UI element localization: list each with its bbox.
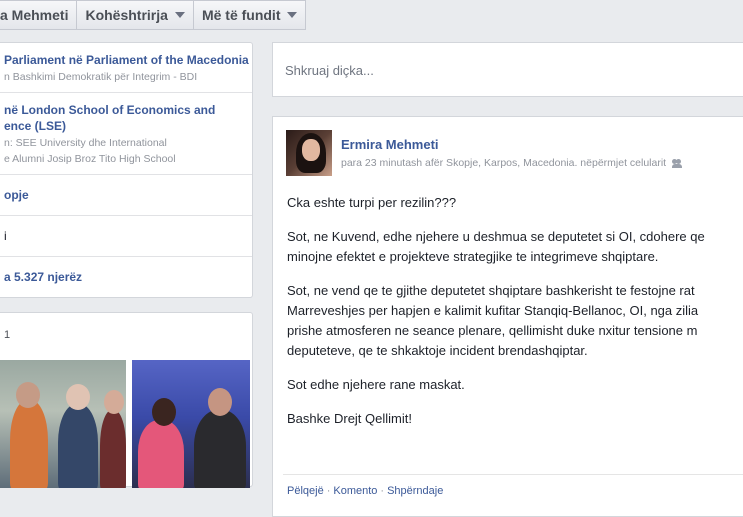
post-meta-text[interactable]: para 23 minutash afër Skopje, Karpos, Ma… <box>341 157 666 169</box>
about-followers-link[interactable]: a 5.327 njerëz <box>0 257 252 297</box>
left-column: Parliament në Parliament of the Macedoni… <box>0 42 253 298</box>
about-work-prefix: Parliament në <box>4 53 87 67</box>
like-link[interactable]: Pëlqejë <box>287 485 324 497</box>
timeline-post: Ermira Mehmeti para 23 minutash afër Sko… <box>272 116 743 517</box>
post-line: Sot, ne Kuvend, edhe njehere u deshmua s… <box>287 229 705 244</box>
profile-top-bar: a Mehmeti Kohështrirja Më të fundit <box>0 0 307 30</box>
status-input-placeholder[interactable]: Shkruaj diçka... <box>285 63 374 78</box>
photo-thumbnail[interactable] <box>0 360 126 488</box>
photos-box: 1 <box>0 312 253 488</box>
status-composer[interactable]: Shkruaj diçka... <box>272 42 743 97</box>
about-education-link-line2[interactable]: ence (LSE) <box>4 118 242 134</box>
post-line: Marreveshjes per hapjen e kalimit kufita… <box>287 303 699 318</box>
tab-recent-label: Më të fundit <box>201 7 281 23</box>
about-item-work: Parliament në Parliament of the Macedoni… <box>0 43 252 93</box>
post-line: prishe atmosferen ne seance plenare, qel… <box>287 323 698 338</box>
friends-audience-icon[interactable] <box>672 158 683 168</box>
about-box: Parliament në Parliament of the Macedoni… <box>0 42 253 298</box>
post-meta: para 23 minutash afër Skopje, Karpos, Ma… <box>341 157 683 169</box>
action-separator: · <box>326 485 331 497</box>
about-work-title: Parliament në Parliament of the Macedoni… <box>4 52 249 68</box>
photos-count: 1 <box>4 329 11 341</box>
profile-name-button[interactable]: a Mehmeti <box>0 0 78 30</box>
post-line: deputeteve, qe te shkaktoje incident bre… <box>287 343 588 358</box>
post-line: Cka eshte turpi per rezilin??? <box>287 195 457 210</box>
share-link[interactable]: Shpërndaje <box>387 485 443 497</box>
about-item-education: në London School of Economics and ence (… <box>0 93 252 175</box>
post-line: Bashke Drejt Qellimit! <box>287 411 412 426</box>
avatar[interactable] <box>286 130 332 176</box>
about-row-four: i <box>0 216 252 257</box>
about-education-prefix: në <box>4 103 22 117</box>
photo-thumbnail[interactable] <box>132 360 250 488</box>
post-body: Cka eshte turpi per rezilin??? Sot, ne K… <box>287 193 743 443</box>
chevron-down-icon <box>174 12 185 18</box>
about-city-link[interactable]: opje <box>0 175 252 216</box>
post-paragraph: Sot edhe njehere rane maskat. <box>287 375 743 395</box>
action-separator: · <box>380 485 385 497</box>
tab-cohesion-dropdown[interactable]: Kohështrirja <box>77 0 194 30</box>
post-paragraph: Bashke Drejt Qellimit! <box>287 409 743 429</box>
comment-link[interactable]: Komento <box>333 485 377 497</box>
about-work-sub: n Bashkimi Demokratik për Integrim - BDI <box>4 71 198 83</box>
post-line: Sot, ne vend qe te gjithe deputetet shqi… <box>287 283 695 298</box>
post-line: minojne efektet e projekteve strategjike… <box>287 249 659 264</box>
about-work-link[interactable]: Parliament of the Macedonia <box>86 53 249 67</box>
about-education-sub: n: SEE University dhe International <box>4 137 167 149</box>
about-education-link[interactable]: London School of Economics and <box>21 103 215 117</box>
post-actions: Pëlqejë · Komento · Shpërndaje <box>287 485 443 497</box>
post-actions-divider <box>283 474 743 475</box>
about-education-sub2: e Alumni Josip Broz Tito High School <box>4 153 176 165</box>
chevron-down-icon <box>287 12 298 18</box>
post-paragraph: Sot, ne Kuvend, edhe njehere u deshmua s… <box>287 227 743 267</box>
tab-cohesion-label: Kohështrirja <box>85 7 168 23</box>
post-line: Sot edhe njehere rane maskat. <box>287 377 465 392</box>
tab-recent-dropdown[interactable]: Më të fundit <box>193 0 307 30</box>
post-paragraph: Cka eshte turpi per rezilin??? <box>287 193 743 213</box>
about-education-title: në London School of Economics and <box>4 102 242 118</box>
post-author-link[interactable]: Ermira Mehmeti <box>341 137 439 152</box>
post-paragraph: Sot, ne vend qe te gjithe deputetet shqi… <box>287 281 743 361</box>
